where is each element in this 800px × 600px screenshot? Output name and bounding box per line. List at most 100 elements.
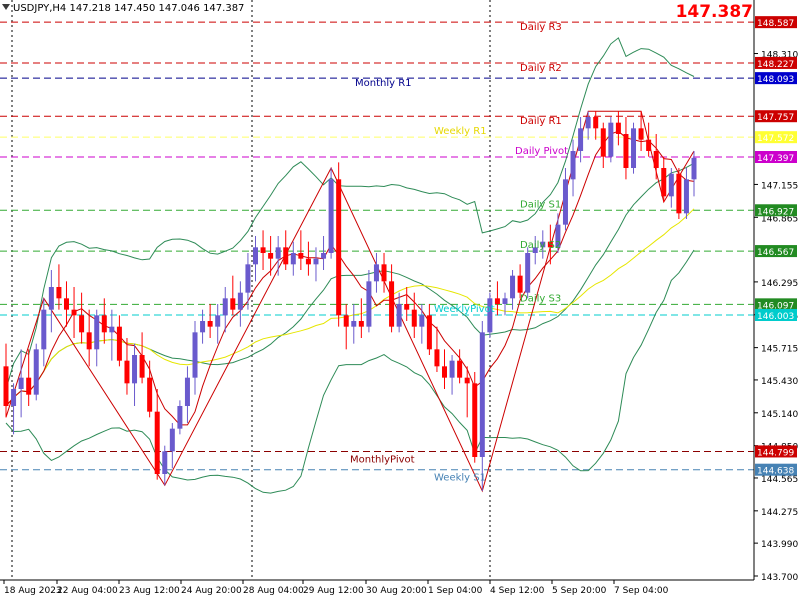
time-tick-label: 1 Sep 04:00 — [428, 586, 483, 596]
pivot-level-label: Daily S2 — [520, 240, 561, 251]
candle-body — [162, 451, 168, 474]
candle-body — [215, 315, 221, 327]
candle-body — [449, 360, 455, 378]
time-tick-label: 28 Aug 04:00 — [243, 586, 304, 596]
candle-body — [124, 360, 130, 384]
pivot-level-label: Daily Pivot — [515, 146, 568, 157]
candle-body — [3, 366, 9, 406]
candle-body — [18, 377, 24, 389]
candle-body — [177, 406, 183, 429]
candle-body — [71, 309, 77, 316]
candle-body — [562, 179, 568, 225]
candle-body — [457, 360, 463, 378]
candle-body — [358, 321, 364, 327]
candle-body — [321, 253, 327, 259]
price-tick-label: 145.140 — [761, 410, 798, 420]
candle-body — [48, 287, 54, 310]
pivot-level-label: Daily R1 — [520, 116, 562, 127]
price-badge-label: 147.757 — [757, 113, 794, 123]
price-badge-label: 146.567 — [757, 248, 794, 258]
price-tick-label: 147.155 — [761, 181, 798, 191]
candle-body — [207, 321, 213, 327]
candle-body — [169, 428, 175, 452]
candle-body — [426, 315, 432, 350]
price-tick-label: 145.430 — [761, 377, 798, 387]
time-tick-label: 23 Aug 12:00 — [119, 586, 180, 596]
pivot-level-label: Daily S1 — [520, 199, 561, 210]
candle-body — [230, 298, 236, 310]
price-tick-label: 146.295 — [761, 279, 798, 289]
candle-body — [94, 315, 100, 350]
candle-body — [676, 173, 682, 214]
price-badge-label: 146.927 — [757, 207, 794, 217]
candle-body — [351, 321, 357, 327]
candle-body — [147, 377, 153, 412]
time-tick-label: 5 Sep 20:00 — [552, 586, 607, 596]
candle-body — [252, 247, 258, 265]
candle-body — [517, 275, 523, 293]
candle-body — [63, 298, 69, 310]
price-chart[interactable]: Daily R3 Daily R2 Monthly R1 Daily R1 Weekly… — [0, 0, 800, 600]
pivot-level-label: Monthly R1 — [355, 78, 412, 89]
candle-body — [661, 168, 667, 197]
time-tick-label: 7 Sep 04:00 — [614, 586, 669, 596]
symbol-info-header: USDJPY,H4 147.218 147.450 147.046 147.38… — [2, 3, 244, 14]
time-tick-label: 4 Sep 12:00 — [490, 586, 545, 596]
candle-body — [593, 117, 599, 129]
candle-body — [313, 258, 319, 265]
candle-body — [56, 287, 62, 299]
candle-body — [101, 315, 107, 333]
candle-body — [184, 377, 190, 406]
time-tick-label: 30 Aug 20:00 — [366, 586, 427, 596]
candle-body — [139, 355, 145, 378]
candle-body — [290, 253, 296, 265]
candle-body — [328, 179, 334, 253]
candle-body — [494, 298, 500, 304]
candle-body — [116, 326, 122, 361]
time-tick-label: 24 Aug 20:00 — [181, 586, 242, 596]
candle-body — [275, 247, 281, 259]
candle-body — [525, 253, 531, 293]
pivot-level-label: Daily R3 — [520, 22, 562, 33]
candle-body — [396, 304, 402, 327]
dropdown-arrow-icon[interactable] — [2, 4, 10, 10]
price-badge-label: 146.003 — [757, 312, 794, 322]
pivot-level-label: MonthlyPivot — [350, 454, 415, 465]
candle-body — [283, 247, 289, 265]
candle-body — [366, 281, 372, 327]
candle-body — [336, 179, 342, 316]
price-tick-label: 144.275 — [761, 508, 798, 518]
price-badge-label: 148.227 — [757, 60, 794, 70]
candle-body — [442, 366, 448, 378]
candle-body — [691, 157, 697, 180]
pivot-level-label: Daily S3 — [520, 293, 561, 304]
candle-body — [154, 411, 160, 474]
price-badge-label: 148.093 — [757, 75, 794, 85]
candle-body — [653, 151, 659, 168]
time-tick-label: 22 Aug 04:00 — [57, 586, 118, 596]
candle-body — [373, 264, 379, 282]
candle-body — [298, 253, 304, 259]
candle-body — [237, 292, 243, 310]
price-badge-label: 147.397 — [757, 154, 794, 164]
candle-body — [578, 128, 584, 151]
pivot-level-label: Weekly S1 — [434, 473, 486, 484]
candle-body — [41, 309, 47, 350]
candle-body — [479, 332, 485, 457]
price-badge-label: 148.587 — [757, 19, 794, 29]
current-price-display: 147.387 — [675, 2, 753, 22]
candle-body — [668, 173, 674, 197]
candle-body — [623, 134, 629, 168]
candle-body — [192, 332, 198, 378]
candle-body — [33, 349, 39, 395]
candle-body — [79, 315, 85, 333]
candle-body — [502, 298, 508, 304]
pivot-level-label: Daily R2 — [520, 63, 562, 74]
candle-body — [646, 139, 652, 151]
time-tick-label: 18 Aug 2023 — [4, 586, 62, 596]
candle-body — [404, 304, 410, 310]
candle-body — [132, 355, 138, 384]
candle-body — [585, 117, 591, 129]
candle-body — [305, 258, 311, 265]
candle-body — [245, 264, 251, 293]
